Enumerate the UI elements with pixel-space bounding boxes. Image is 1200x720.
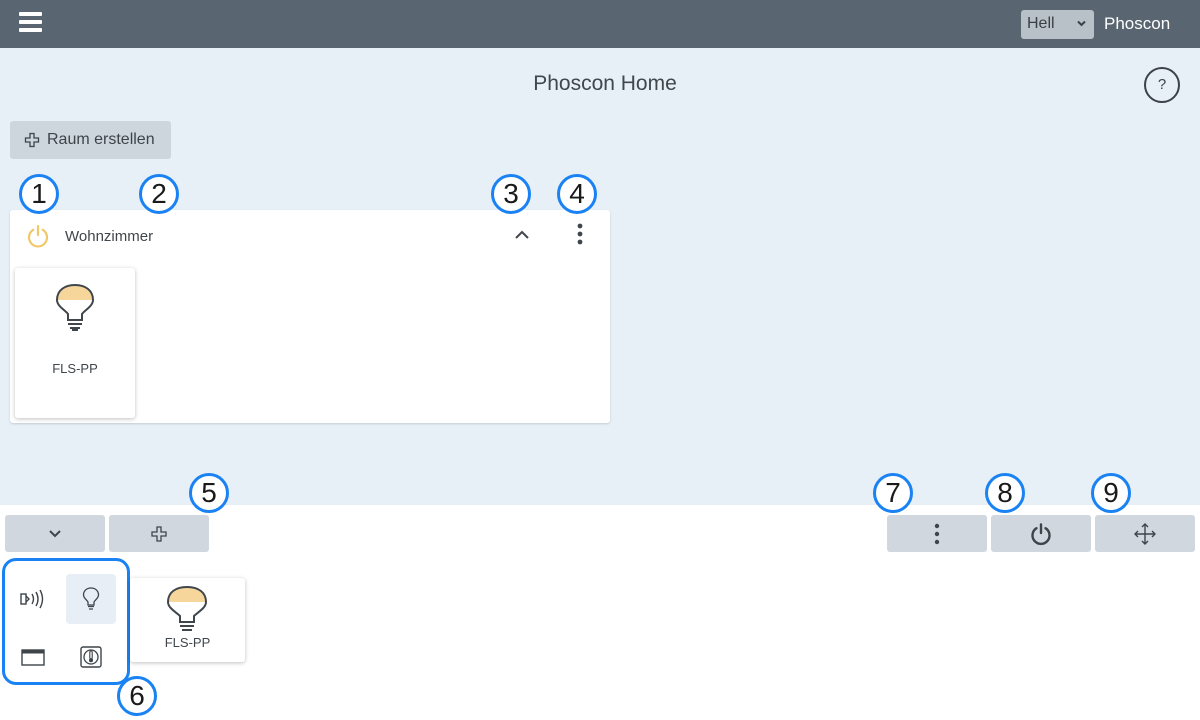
category-thermostats[interactable]	[66, 632, 116, 682]
thermostat-icon	[80, 646, 102, 668]
annotation-badge: 5	[189, 473, 229, 513]
top-bar: Hell Phoscon	[0, 0, 1200, 48]
chevron-down-icon	[49, 529, 61, 537]
annotation-badge: 4	[557, 174, 597, 214]
window-covering-icon	[21, 649, 45, 666]
page-title: Phoscon Home	[533, 72, 677, 95]
unassigned-light-tile[interactable]: FLS-PP	[130, 578, 245, 662]
category-sensors[interactable]	[8, 574, 58, 624]
light-bulb-icon	[166, 585, 208, 631]
chevron-up-icon[interactable]	[512, 227, 532, 243]
annotation-badge: 7	[873, 473, 913, 513]
main-area: Phoscon Home ? Raum erstellen Wohnzimmer	[0, 48, 1200, 505]
add-device-button[interactable]	[109, 515, 209, 552]
more-vertical-icon[interactable]	[572, 222, 588, 248]
chevron-down-icon	[1077, 20, 1086, 27]
annotation-badge: 1	[19, 174, 59, 214]
annotation-badge: 2	[139, 174, 179, 214]
power-button[interactable]	[991, 515, 1091, 552]
room-power-icon[interactable]	[25, 223, 51, 249]
plus-icon	[151, 525, 167, 542]
hamburger-icon[interactable]	[19, 12, 43, 34]
theme-select[interactable]: Hell	[1021, 10, 1094, 39]
light-name: FLS-PP	[52, 361, 98, 376]
light-name: FLS-PP	[164, 635, 211, 650]
more-options-button[interactable]	[887, 515, 987, 552]
annotation-badge: 9	[1091, 473, 1131, 513]
room-light-tile[interactable]: FLS-PP	[15, 268, 135, 418]
room-card: Wohnzimmer FLS-PP	[10, 210, 610, 423]
create-room-button[interactable]: Raum erstellen	[10, 121, 171, 159]
collapse-panel-button[interactable]	[5, 515, 105, 552]
move-arrows-icon	[1134, 522, 1156, 545]
category-window-coverings[interactable]	[8, 632, 58, 682]
theme-select-value: Hell	[1027, 15, 1055, 32]
category-lights[interactable]	[66, 574, 116, 624]
annotation-badge: 3	[491, 174, 531, 214]
create-room-label: Raum erstellen	[47, 131, 155, 148]
sensor-icon	[20, 589, 44, 609]
brand-link[interactable]: Phoscon	[1104, 14, 1170, 34]
move-button[interactable]	[1095, 515, 1195, 552]
more-vertical-icon	[934, 523, 940, 544]
annotation-badge: 8	[985, 473, 1025, 513]
light-icon	[82, 587, 100, 610]
light-bulb-icon	[55, 283, 95, 331]
power-icon	[1031, 522, 1051, 545]
help-button[interactable]: ?	[1144, 67, 1180, 103]
room-name[interactable]: Wohnzimmer	[65, 228, 153, 245]
plus-icon	[24, 132, 40, 148]
device-category-panel	[2, 558, 130, 685]
